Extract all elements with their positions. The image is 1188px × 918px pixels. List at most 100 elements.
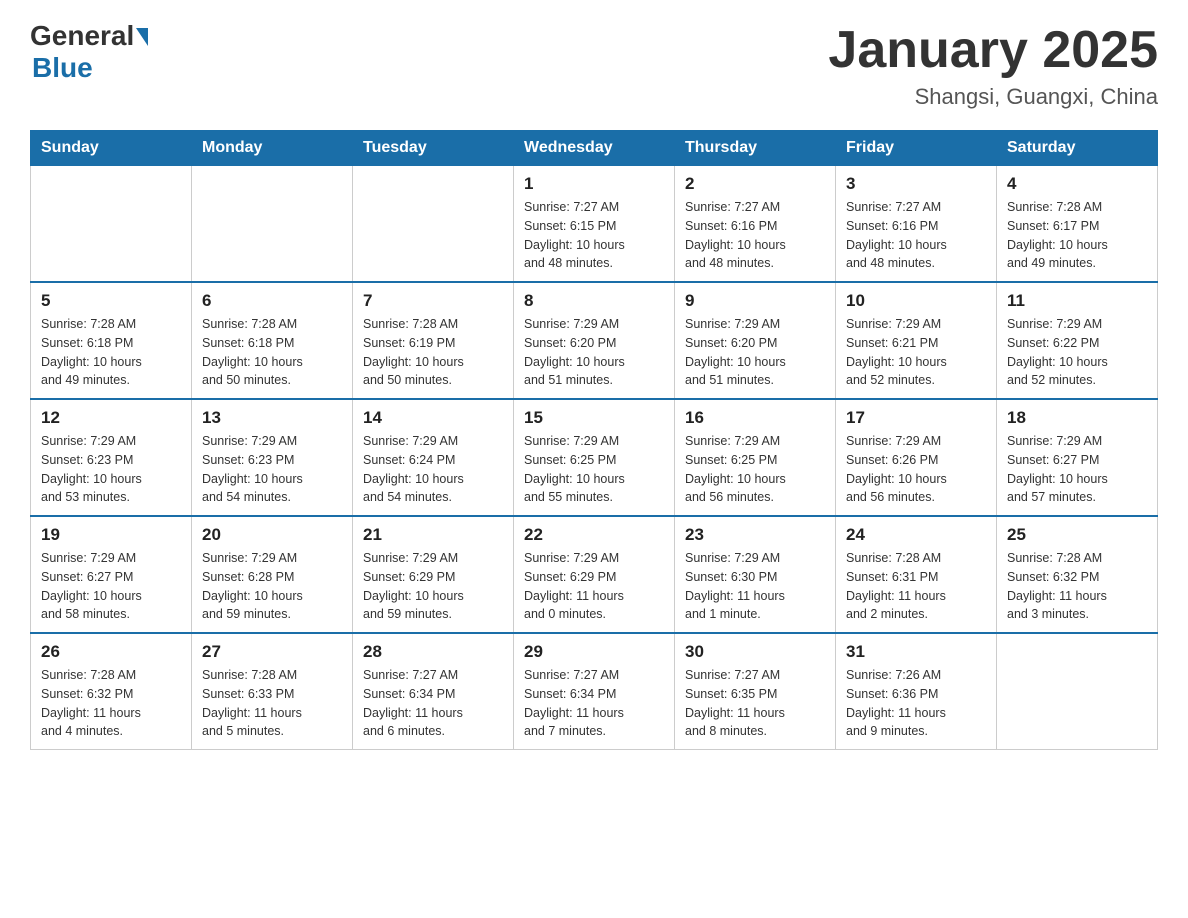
calendar-cell: 21 Sunrise: 7:29 AM Sunset: 6:29 PM Dayli… (353, 516, 514, 633)
calendar-week-row: 1 Sunrise: 7:27 AM Sunset: 6:15 PM Daylig… (31, 166, 1158, 283)
day-number: 8 (524, 291, 664, 311)
day-number: 11 (1007, 291, 1147, 311)
day-number: 9 (685, 291, 825, 311)
day-info: Sunrise: 7:29 AM Sunset: 6:29 PM Dayligh… (363, 549, 503, 624)
calendar-cell: 3 Sunrise: 7:27 AM Sunset: 6:16 PM Daylig… (836, 166, 997, 283)
calendar-cell: 29 Sunrise: 7:27 AM Sunset: 6:34 PM Dayli… (514, 633, 675, 750)
day-number: 21 (363, 525, 503, 545)
calendar-cell: 13 Sunrise: 7:29 AM Sunset: 6:23 PM Dayli… (192, 399, 353, 516)
calendar-cell: 30 Sunrise: 7:27 AM Sunset: 6:35 PM Dayli… (675, 633, 836, 750)
logo-arrow-icon (136, 28, 148, 46)
day-number: 5 (41, 291, 181, 311)
calendar-cell (31, 166, 192, 283)
column-header-monday: Monday (192, 131, 353, 166)
calendar-cell: 17 Sunrise: 7:29 AM Sunset: 6:26 PM Dayli… (836, 399, 997, 516)
calendar-cell: 6 Sunrise: 7:28 AM Sunset: 6:18 PM Daylig… (192, 282, 353, 399)
day-number: 2 (685, 174, 825, 194)
calendar-cell: 9 Sunrise: 7:29 AM Sunset: 6:20 PM Daylig… (675, 282, 836, 399)
calendar-week-row: 26Sunrise: 7:28 AM Sunset: 6:32 PM Dayli… (31, 633, 1158, 750)
day-info: Sunrise: 7:28 AM Sunset: 6:17 PM Dayligh… (1007, 198, 1147, 273)
calendar-cell: 11 Sunrise: 7:29 AM Sunset: 6:22 PM Dayli… (997, 282, 1158, 399)
day-number: 6 (202, 291, 342, 311)
calendar-cell: 8 Sunrise: 7:29 AM Sunset: 6:20 PM Daylig… (514, 282, 675, 399)
calendar-cell: 14 Sunrise: 7:29 AM Sunset: 6:24 PM Dayli… (353, 399, 514, 516)
column-header-tuesday: Tuesday (353, 131, 514, 166)
calendar-cell: 19 Sunrise: 7:29 AM Sunset: 6:27 PM Dayli… (31, 516, 192, 633)
day-number: 12 (41, 408, 181, 428)
calendar-cell (997, 633, 1158, 750)
day-number: 20 (202, 525, 342, 545)
calendar-cell: 15Sunrise: 7:29 AM Sunset: 6:25 PM Dayli… (514, 399, 675, 516)
day-info: Sunrise: 7:26 AM Sunset: 6:36 PM Dayligh… (846, 666, 986, 741)
day-number: 23 (685, 525, 825, 545)
day-number: 22 (524, 525, 664, 545)
day-number: 19 (41, 525, 181, 545)
day-info: Sunrise: 7:29 AM Sunset: 6:25 PM Dayligh… (685, 432, 825, 507)
calendar-cell: 12 Sunrise: 7:29 AM Sunset: 6:23 PM Dayli… (31, 399, 192, 516)
column-header-wednesday: Wednesday (514, 131, 675, 166)
logo-general-text: General (30, 20, 148, 52)
calendar-cell: 4 Sunrise: 7:28 AM Sunset: 6:17 PM Daylig… (997, 166, 1158, 283)
calendar-cell: 2Sunrise: 7:27 AM Sunset: 6:16 PM Daylig… (675, 166, 836, 283)
day-info: Sunrise: 7:28 AM Sunset: 6:32 PM Dayligh… (1007, 549, 1147, 624)
day-info: Sunrise: 7:29 AM Sunset: 6:21 PM Dayligh… (846, 315, 986, 390)
title-block: January 2025 Shangsi, Guangxi, China (828, 20, 1158, 110)
day-number: 1 (524, 174, 664, 194)
day-info: Sunrise: 7:27 AM Sunset: 6:34 PM Dayligh… (363, 666, 503, 741)
day-number: 3 (846, 174, 986, 194)
day-number: 14 (363, 408, 503, 428)
calendar-table: SundayMondayTuesdayWednesdayThursdayFrid… (30, 130, 1158, 750)
day-info: Sunrise: 7:29 AM Sunset: 6:27 PM Dayligh… (41, 549, 181, 624)
day-number: 30 (685, 642, 825, 662)
calendar-cell: 18 Sunrise: 7:29 AM Sunset: 6:27 PM Dayli… (997, 399, 1158, 516)
logo: General Blue (30, 20, 148, 84)
calendar-header-row: SundayMondayTuesdayWednesdayThursdayFrid… (31, 131, 1158, 166)
calendar-title: January 2025 (828, 20, 1158, 80)
day-info: Sunrise: 7:29 AM Sunset: 6:24 PM Dayligh… (363, 432, 503, 507)
column-header-saturday: Saturday (997, 131, 1158, 166)
calendar-cell: 27Sunrise: 7:28 AM Sunset: 6:33 PM Dayli… (192, 633, 353, 750)
day-info: Sunrise: 7:27 AM Sunset: 6:34 PM Dayligh… (524, 666, 664, 741)
day-number: 29 (524, 642, 664, 662)
calendar-cell: 20 Sunrise: 7:29 AM Sunset: 6:28 PM Dayli… (192, 516, 353, 633)
calendar-cell: 7Sunrise: 7:28 AM Sunset: 6:19 PM Daylig… (353, 282, 514, 399)
day-number: 13 (202, 408, 342, 428)
day-info: Sunrise: 7:29 AM Sunset: 6:22 PM Dayligh… (1007, 315, 1147, 390)
day-info: Sunrise: 7:27 AM Sunset: 6:35 PM Dayligh… (685, 666, 825, 741)
calendar-week-row: 12 Sunrise: 7:29 AM Sunset: 6:23 PM Dayli… (31, 399, 1158, 516)
day-info: Sunrise: 7:29 AM Sunset: 6:20 PM Dayligh… (524, 315, 664, 390)
day-number: 18 (1007, 408, 1147, 428)
day-number: 31 (846, 642, 986, 662)
day-info: Sunrise: 7:29 AM Sunset: 6:27 PM Dayligh… (1007, 432, 1147, 507)
day-number: 17 (846, 408, 986, 428)
calendar-cell: 10Sunrise: 7:29 AM Sunset: 6:21 PM Dayli… (836, 282, 997, 399)
day-number: 24 (846, 525, 986, 545)
day-number: 27 (202, 642, 342, 662)
day-info: Sunrise: 7:29 AM Sunset: 6:28 PM Dayligh… (202, 549, 342, 624)
day-number: 28 (363, 642, 503, 662)
day-info: Sunrise: 7:28 AM Sunset: 6:31 PM Dayligh… (846, 549, 986, 624)
calendar-cell: 16Sunrise: 7:29 AM Sunset: 6:25 PM Dayli… (675, 399, 836, 516)
day-info: Sunrise: 7:28 AM Sunset: 6:18 PM Dayligh… (41, 315, 181, 390)
column-header-thursday: Thursday (675, 131, 836, 166)
day-info: Sunrise: 7:28 AM Sunset: 6:18 PM Dayligh… (202, 315, 342, 390)
calendar-cell: 1 Sunrise: 7:27 AM Sunset: 6:15 PM Daylig… (514, 166, 675, 283)
day-number: 4 (1007, 174, 1147, 194)
calendar-subtitle: Shangsi, Guangxi, China (828, 84, 1158, 110)
day-info: Sunrise: 7:27 AM Sunset: 6:16 PM Dayligh… (846, 198, 986, 273)
calendar-cell: 22Sunrise: 7:29 AM Sunset: 6:29 PM Dayli… (514, 516, 675, 633)
day-info: Sunrise: 7:29 AM Sunset: 6:25 PM Dayligh… (524, 432, 664, 507)
calendar-cell: 26Sunrise: 7:28 AM Sunset: 6:32 PM Dayli… (31, 633, 192, 750)
column-header-friday: Friday (836, 131, 997, 166)
day-info: Sunrise: 7:27 AM Sunset: 6:15 PM Dayligh… (524, 198, 664, 273)
day-info: Sunrise: 7:29 AM Sunset: 6:23 PM Dayligh… (41, 432, 181, 507)
day-info: Sunrise: 7:29 AM Sunset: 6:26 PM Dayligh… (846, 432, 986, 507)
calendar-cell: 5 Sunrise: 7:28 AM Sunset: 6:18 PM Daylig… (31, 282, 192, 399)
day-info: Sunrise: 7:28 AM Sunset: 6:32 PM Dayligh… (41, 666, 181, 741)
calendar-cell (353, 166, 514, 283)
day-number: 7 (363, 291, 503, 311)
calendar-week-row: 19 Sunrise: 7:29 AM Sunset: 6:27 PM Dayli… (31, 516, 1158, 633)
calendar-cell: 31 Sunrise: 7:26 AM Sunset: 6:36 PM Dayli… (836, 633, 997, 750)
day-info: Sunrise: 7:29 AM Sunset: 6:20 PM Dayligh… (685, 315, 825, 390)
day-info: Sunrise: 7:29 AM Sunset: 6:23 PM Dayligh… (202, 432, 342, 507)
